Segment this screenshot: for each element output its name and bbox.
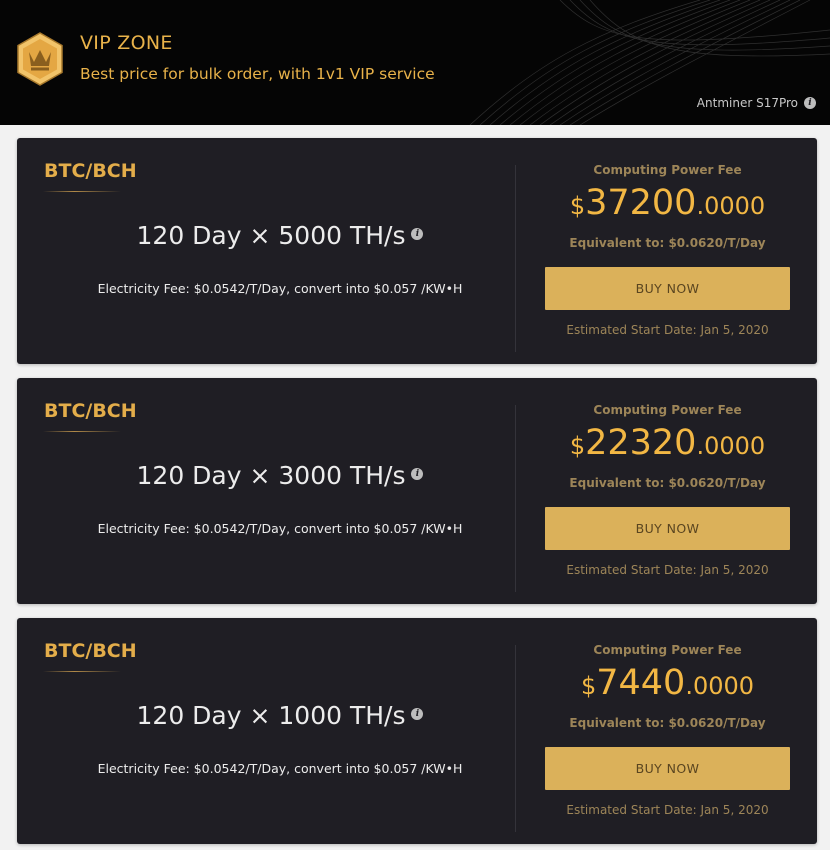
plan-card: BTC/BCH 120 Day × 3000 TH/s i Electricity… [17, 378, 817, 604]
price-decimal: .0000 [696, 432, 766, 460]
buy-now-button[interactable]: BUY NOW [545, 507, 790, 550]
price: $7440.0000 [545, 663, 790, 703]
vip-zone-subtitle: Best price for bulk order, with 1v1 VIP … [80, 65, 435, 83]
card-divider [515, 405, 516, 592]
computing-power-fee-label: Computing Power Fee [593, 403, 742, 417]
pricing-panel: Computing Power Fee $22320.0000 Equivale… [545, 378, 790, 604]
estimated-start-date: Estimated Start Date: Jan 5, 2020 [566, 323, 769, 337]
equivalent-rate: Equivalent to: $0.0620/T/Day [569, 476, 766, 490]
price-integer: 37200 [585, 183, 697, 223]
equivalent-rate: Equivalent to: $0.0620/T/Day [569, 236, 766, 250]
crown-icon [17, 32, 63, 86]
coin-label-underline [43, 431, 121, 432]
card-divider [515, 645, 516, 832]
card-divider [515, 165, 516, 352]
info-icon[interactable]: i [804, 97, 816, 109]
electricity-fee: Electricity Fee: $0.0542/T/Day, convert … [97, 281, 463, 296]
info-icon[interactable]: i [411, 228, 424, 240]
price-decimal: .0000 [685, 672, 755, 700]
plan-duration-hashrate: 120 Day × 1000 TH/s [136, 701, 406, 730]
pricing-panel: Computing Power Fee $37200.0000 Equivale… [545, 138, 790, 364]
price-decimal: .0000 [696, 192, 766, 220]
coin-label-underline [43, 671, 121, 672]
vip-header: VIP ZONE Best price for bulk order, with… [0, 0, 830, 125]
electricity-fee: Electricity Fee: $0.0542/T/Day, convert … [97, 521, 463, 536]
plan-duration-hashrate: 120 Day × 3000 TH/s [136, 461, 406, 490]
plan-summary: 120 Day × 5000 TH/s i [43, 221, 517, 250]
plan-details: BTC/BCH 120 Day × 1000 TH/s i Electricity… [43, 618, 517, 844]
miner-model: Antminer S17Pro i [697, 96, 816, 110]
plan-card: BTC/BCH 120 Day × 5000 TH/s i Electricity… [17, 138, 817, 364]
plan-duration-hashrate: 120 Day × 5000 TH/s [136, 221, 406, 250]
miner-model-label: Antminer S17Pro [696, 96, 798, 110]
estimated-start-date: Estimated Start Date: Jan 5, 2020 [566, 563, 769, 577]
coin-label: BTC/BCH [44, 400, 137, 422]
computing-power-fee-label: Computing Power Fee [593, 163, 742, 177]
price: $22320.0000 [545, 423, 790, 463]
price-currency: $ [569, 192, 586, 220]
info-icon[interactable]: i [411, 708, 424, 720]
info-icon[interactable]: i [411, 468, 424, 480]
price-integer: 22320 [585, 423, 697, 463]
buy-now-button[interactable]: BUY NOW [545, 747, 790, 790]
coin-label: BTC/BCH [44, 640, 137, 662]
plan-summary: 120 Day × 3000 TH/s i [43, 461, 517, 490]
plan-card: BTC/BCH 120 Day × 1000 TH/s i Electricity… [17, 618, 817, 844]
coin-label: BTC/BCH [44, 160, 137, 182]
vip-zone-title: VIP ZONE [80, 32, 173, 54]
electricity-fee: Electricity Fee: $0.0542/T/Day, convert … [97, 761, 463, 776]
price: $37200.0000 [545, 183, 790, 223]
pricing-panel: Computing Power Fee $7440.0000 Equivalen… [545, 618, 790, 844]
plan-details: BTC/BCH 120 Day × 3000 TH/s i Electricity… [43, 378, 517, 604]
plan-details: BTC/BCH 120 Day × 5000 TH/s i Electricity… [43, 138, 517, 364]
buy-now-button[interactable]: BUY NOW [545, 267, 790, 310]
estimated-start-date: Estimated Start Date: Jan 5, 2020 [566, 803, 769, 817]
plan-summary: 120 Day × 1000 TH/s i [43, 701, 517, 730]
computing-power-fee-label: Computing Power Fee [593, 643, 742, 657]
price-currency: $ [569, 432, 586, 460]
equivalent-rate: Equivalent to: $0.0620/T/Day [569, 716, 766, 730]
price-currency: $ [580, 672, 597, 700]
price-integer: 7440 [596, 663, 686, 703]
coin-label-underline [43, 191, 121, 192]
